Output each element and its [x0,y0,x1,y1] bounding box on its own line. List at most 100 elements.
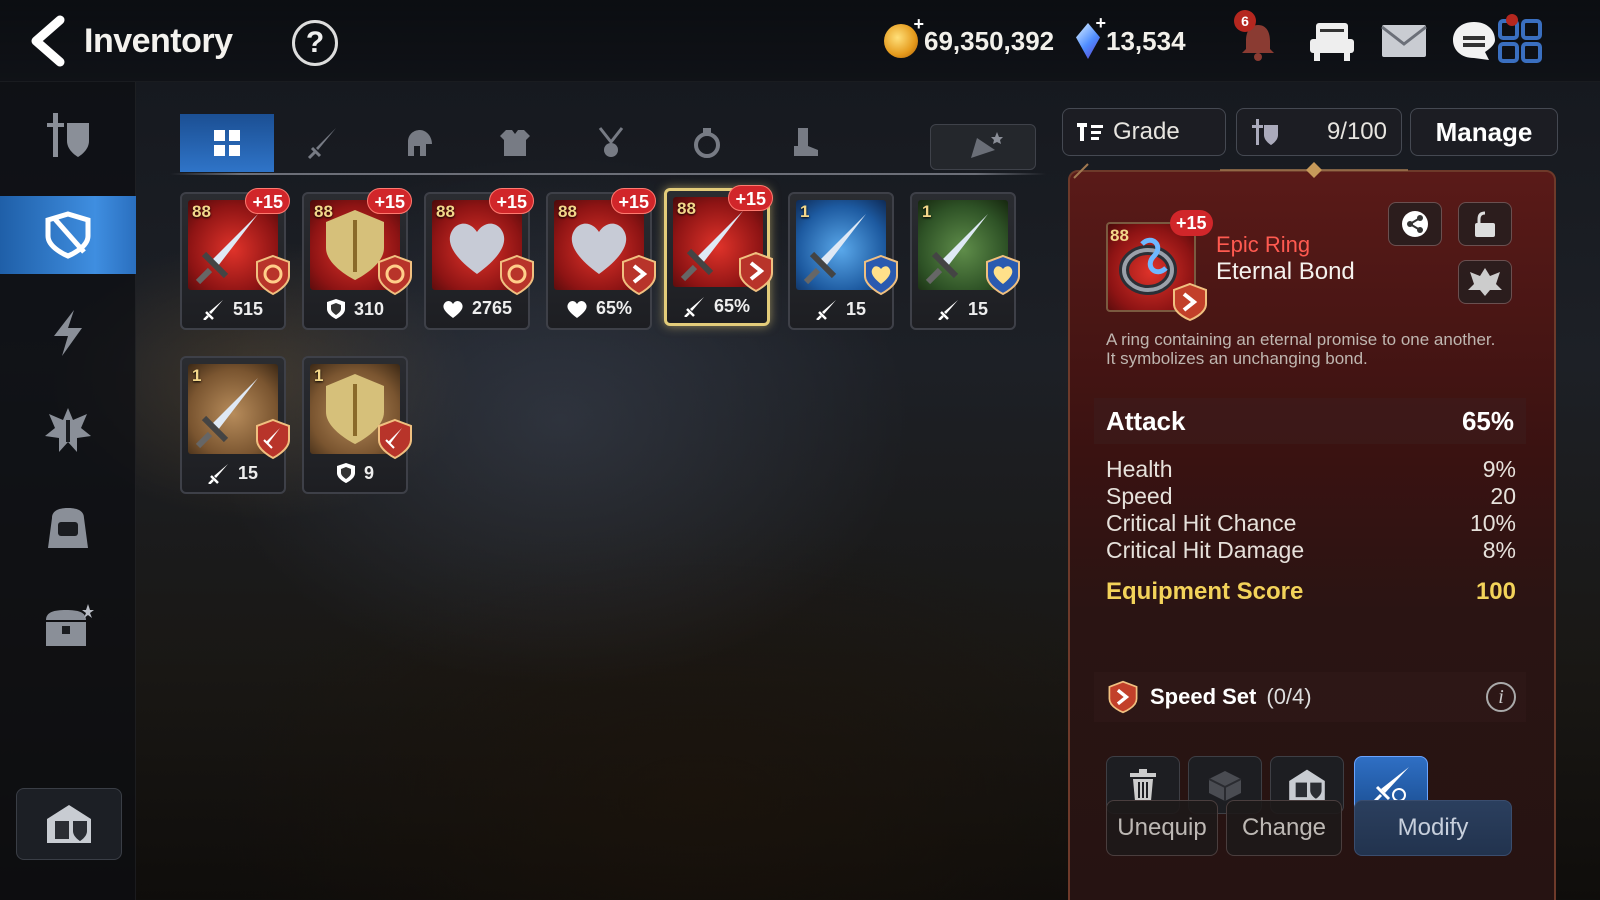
gold-coin-icon: + [884,14,924,58]
item-level: 88 [436,202,455,221]
tab-armor[interactable] [468,114,562,172]
tab-helmet[interactable] [372,114,466,172]
inventory-item[interactable]: 1 15 [910,192,1020,330]
equipped-hero-button[interactable] [1458,260,1512,304]
ring-icon [694,128,720,158]
enhance-badge: +15 [245,188,290,214]
detail-item-name: Eternal Bond [1216,258,1355,285]
sidebar-item-artifacts[interactable] [0,392,136,470]
cube-icon [1208,771,1242,801]
inventory-item[interactable]: 88 +15 310 [302,188,412,330]
share-button[interactable] [1388,202,1442,246]
equipment-score-row: Equipment Score 100 [1106,578,1516,606]
set-badge [376,418,414,460]
heart-icon [443,300,463,318]
crystal-counter[interactable]: + 13,534 [1076,13,1186,60]
inventory-item[interactable]: 88 +15 515 [180,188,290,330]
capacity-value: 9/100 [1326,118,1387,145]
item-level: 1 [192,366,202,385]
item-stat-value: 15 [967,298,989,319]
item-detail-panel: 88 +15 Epic Ring Eternal Bond A ring con… [1068,162,1556,900]
crystal-icon: + [1076,13,1106,59]
notification-button[interactable]: 6 [1232,10,1284,66]
set-badge [376,254,414,296]
item-main-stat: 15 [912,298,1014,320]
item-main-stat: 65% [667,295,767,317]
artifact-icon [45,408,91,452]
item-stat-value: 515 [232,298,264,319]
sidebar-item-equipment[interactable] [0,96,136,174]
capacity-display[interactable]: 9/100 [1236,108,1402,156]
set-badge [498,254,536,296]
storage-icon [47,805,91,843]
shield-strike-icon [45,211,91,259]
detail-level: 88 [1110,226,1129,245]
tab-all[interactable] [180,114,274,172]
substat-row: Speed 20 [1106,483,1516,509]
chat-button[interactable] [1448,16,1500,66]
menu-button[interactable] [1494,14,1546,66]
manage-button[interactable]: Manage [1410,108,1558,156]
item-main-stat: 65% [548,298,650,319]
inventory-item[interactable]: 19 [302,356,412,494]
lock-button[interactable] [1458,202,1512,246]
gold-amount: 69,350,392 [924,25,1055,56]
sofa-icon [1310,23,1354,61]
item-level: 88 [558,202,577,221]
inventory-item[interactable]: 88 +15 65% [664,185,773,326]
sidebar-item-chests[interactable] [0,588,136,666]
tab-weapon[interactable] [276,114,370,172]
substat-row: Critical Hit Chance 10% [1106,510,1516,536]
item-main-stat: 515 [182,298,284,320]
sidebar-item-gear[interactable] [0,196,136,274]
info-icon[interactable]: i [1486,682,1516,712]
enhance-badge: +15 [367,188,412,214]
change-button[interactable]: Change [1226,800,1342,856]
sort-icon [1077,123,1103,141]
inventory-item[interactable]: 1 15 [788,192,898,330]
trash-icon [1130,769,1156,801]
set-info-row: Speed Set (0/4) i [1094,672,1526,722]
necklace-icon [598,127,624,157]
inventory-item[interactable]: 88 +15 65% [546,188,656,330]
sidebar-item-skills[interactable] [0,294,136,372]
inventory-item[interactable]: 1 15 [180,356,290,494]
enhance-badge: +15 [611,188,656,214]
item-main-stat: 310 [304,298,406,320]
team-button[interactable] [1306,16,1358,66]
item-description: A ring containing an eternal promise to … [1106,330,1496,368]
tab-necklace[interactable] [564,114,658,172]
storage-button[interactable] [16,788,122,860]
tab-special[interactable] [930,124,1036,170]
speed-set-icon [1173,282,1207,322]
notification-badge: 6 [1234,10,1256,32]
tab-boots[interactable] [756,114,850,172]
substat-row: Health 9% [1106,456,1516,482]
item-main-stat: 9 [304,462,406,484]
category-tabs [170,114,1046,175]
page-title: Inventory [84,22,233,60]
heart-set-icon [986,254,1020,296]
back-arrow-icon [31,15,65,67]
sidebar-item-materials[interactable] [0,490,136,568]
mail-button[interactable] [1378,16,1430,66]
tab-ring[interactable] [660,114,754,172]
unequip-button[interactable]: Unequip [1106,800,1218,856]
gold-counter[interactable]: + 69,350,392 [884,14,1055,60]
set-badge [254,254,292,296]
substats-list: Health 9% Speed 20 Critical Hit Chance 10% … [1106,456,1516,564]
enhance-sword-icon [1371,767,1409,805]
chat-icon [1453,22,1495,60]
boots-icon [794,128,818,156]
grid-menu-icon [1498,19,1542,63]
item-stat-value: 310 [353,298,385,319]
grade-sort-button[interactable]: Grade [1062,108,1226,156]
modify-button[interactable]: Modify [1354,800,1512,856]
set-badge [254,418,292,460]
item-level: 1 [922,202,932,221]
help-button[interactable]: ? [292,20,338,66]
set-badge [620,254,658,296]
item-stat-value: 65% [595,298,633,318]
inventory-item[interactable]: 88 +15 2765 [424,188,534,330]
back-button[interactable] [22,14,72,68]
